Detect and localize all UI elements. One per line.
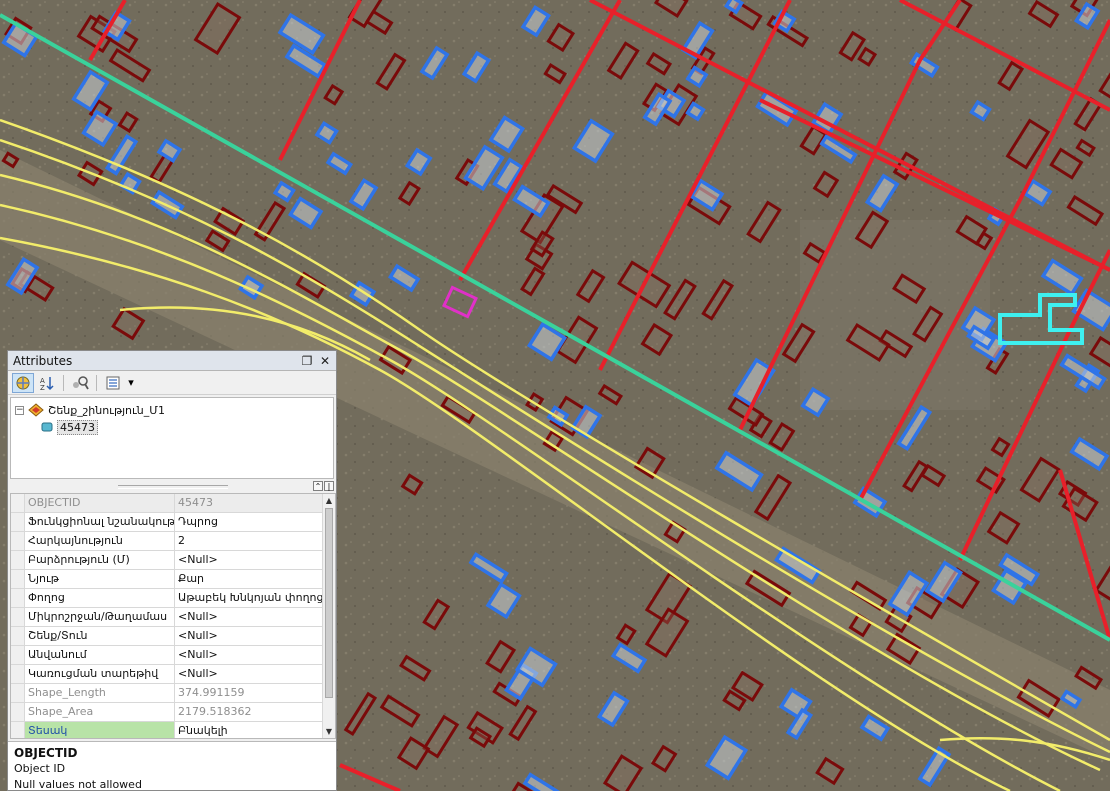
sort-ascending-icon[interactable]: AZ [36,373,58,393]
description-line: Null values not allowed [14,778,142,791]
field-value[interactable]: Դպրոց [175,513,323,531]
row-gutter [11,494,25,512]
attribute-grid[interactable]: OBJECTID45473Ֆունկցիոնալ նշանակությունԴպ… [10,493,336,739]
feature-tree[interactable]: − Շենք_շինություն_Մ1 45473 [10,397,334,479]
attributes-window[interactable]: Attributes ❐ ✕ AZ ▾ − Շենք_շինություն_Մ1… [7,350,337,791]
svg-text:Z: Z [40,384,45,391]
attribute-row[interactable]: OBJECTID 45473 [11,494,323,513]
feature-id-label[interactable]: 45473 [57,419,98,435]
field-name: Տեսակ [25,722,175,738]
field-name: Shape_Length [25,684,175,702]
scroll-thumb[interactable] [325,508,333,698]
attribute-row[interactable]: Միկրոշրջան/Թաղամաս <Null> [11,608,323,627]
attribute-row[interactable]: Shape_Length 374.991159 [11,684,323,703]
field-value[interactable]: <Null> [175,665,323,683]
restore-window-icon[interactable]: ❐ [300,354,314,368]
field-name: Կառուցման տարեթիվ [25,665,175,683]
field-name: Հարկայնություն [25,532,175,550]
row-gutter [11,703,25,721]
layer-icon [28,403,44,417]
row-gutter [11,722,25,738]
attribute-row[interactable]: Կառուցման տարեթիվ <Null> [11,665,323,684]
attribute-row[interactable]: Շենք/Տուն <Null> [11,627,323,646]
field-value[interactable]: <Null> [175,608,323,626]
row-gutter [11,532,25,550]
row-gutter [11,684,25,702]
options-icon[interactable] [102,373,124,393]
window-titlebar[interactable]: Attributes ❐ ✕ [8,351,336,371]
window-title: Attributes [13,353,73,368]
attribute-row[interactable]: Տեսակ Բնակելի [11,722,323,738]
attributes-toolbar: AZ ▾ [8,371,336,395]
collapse-down-icon[interactable]: | [324,481,334,491]
row-gutter [11,665,25,683]
field-value[interactable]: <Null> [175,627,323,645]
layer-name: Շենք_շինություն_Մ1 [48,403,165,417]
field-name: Անվանում [25,646,175,664]
attribute-row[interactable]: Նյութ Քար [11,570,323,589]
field-value: 2179.518362 [178,705,252,718]
field-name: Բարձրություն (Մ) [25,551,175,569]
attribute-row[interactable]: Ֆունկցիոնալ նշանակությունԴպրոց [11,513,323,532]
pane-splitter[interactable]: ⌃ | [10,481,334,493]
attribute-row[interactable]: Բարձրություն (Մ) <Null> [11,551,323,570]
tree-feature-node[interactable]: 45473 [41,419,98,435]
row-gutter [11,608,25,626]
field-name: Շենք/Տուն [25,627,175,645]
row-gutter [11,513,25,531]
close-icon[interactable]: ✕ [318,354,332,368]
toolbar-separator [63,374,64,391]
attribute-row[interactable]: Փողոց Աթաբեկ Խնկոյան փողոց [11,589,323,608]
options-dropdown-icon[interactable]: ▾ [126,373,136,393]
field-value[interactable]: Բնակելի [175,722,323,738]
description-line: Object ID [14,762,66,775]
row-gutter [11,570,25,588]
toolbar-separator [96,374,97,391]
show-selected-icon[interactable] [12,372,34,393]
field-name: OBJECTID [25,494,175,512]
field-name: Միկրոշրջան/Թաղամաս [25,608,175,626]
field-name: Նյութ [25,570,175,588]
splitter-grip[interactable] [118,485,228,489]
field-value[interactable]: Աթաբեկ Խնկոյան փողոց [175,589,323,607]
collapse-icon[interactable]: − [15,405,24,415]
field-value[interactable]: 2 [175,532,323,550]
feature-icon [41,422,53,432]
tree-layer-node[interactable]: − Շենք_շինություն_Մ1 [15,402,165,418]
field-name: Փողոց [25,589,175,607]
row-gutter [11,646,25,664]
attribute-row[interactable]: Հարկայնություն 2 [11,532,323,551]
attribute-row[interactable]: Shape_Area 2179.518362 [11,703,323,722]
field-name: Shape_Area [25,703,175,721]
collapse-up-icon[interactable]: ⌃ [313,481,323,491]
field-name: Ֆունկցիոնալ նշանակություն [25,513,175,531]
field-value: 45473 [175,494,323,512]
attribute-row[interactable]: Անվանում <Null> [11,646,323,665]
field-value[interactable]: Քար [175,570,323,588]
scroll-down-icon[interactable]: ▼ [323,725,335,738]
identify-icon[interactable] [69,373,91,393]
scroll-up-icon[interactable]: ▲ [323,494,335,507]
row-gutter [11,551,25,569]
field-value[interactable]: <Null> [175,646,323,664]
field-description-panel: OBJECTID Object ID Null values not allow… [8,741,336,791]
row-gutter [11,589,25,607]
grid-scrollbar[interactable]: ▲ ▼ [322,494,335,738]
description-title: OBJECTID [14,746,78,760]
field-value[interactable]: <Null> [175,551,323,569]
field-value: 374.991159 [178,686,245,699]
row-gutter [11,627,25,645]
